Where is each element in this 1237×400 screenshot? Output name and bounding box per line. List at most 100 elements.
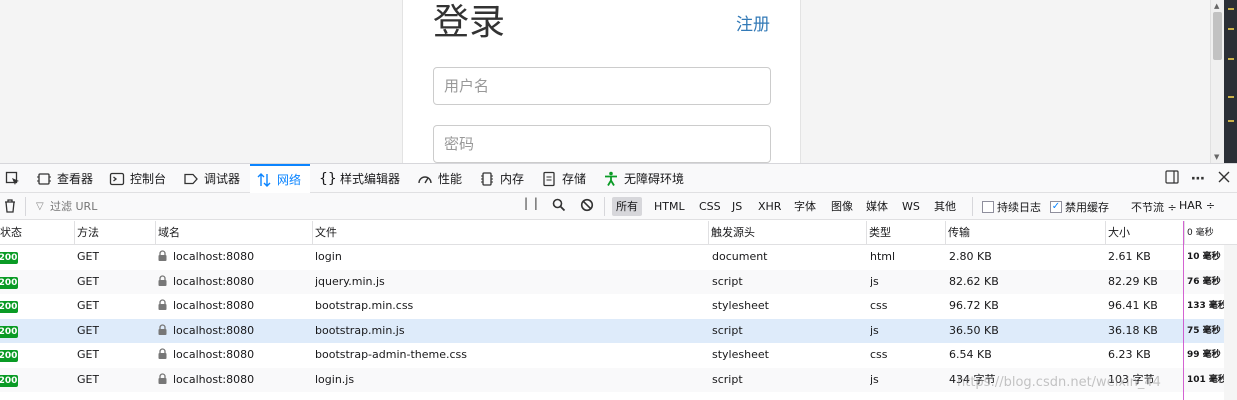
filter-type-images[interactable]: 图像 bbox=[827, 197, 857, 216]
cell-text: 6.54 KB bbox=[949, 348, 992, 361]
cell-type: js bbox=[870, 270, 879, 294]
cell-text: GET bbox=[77, 299, 100, 312]
cell-cause: script bbox=[712, 368, 743, 392]
throttling-select[interactable]: 不节流 ÷ bbox=[1131, 199, 1177, 215]
cell-text: 10 毫秒 bbox=[1187, 252, 1221, 262]
pause-recording-button[interactable]: | | bbox=[524, 196, 539, 210]
cell-text: 2.61 KB bbox=[1108, 250, 1151, 263]
cell-text: localhost:8080 bbox=[173, 299, 255, 312]
tab-storage[interactable]: 存储 bbox=[541, 164, 586, 193]
request-blocking-button[interactable] bbox=[580, 198, 594, 215]
table-row[interactable]: 200 GET localhost:8080 login.js script js 434 … bbox=[0, 367, 1237, 392]
dock-toggle-button[interactable] bbox=[1159, 164, 1185, 193]
cell-status: 200 bbox=[0, 294, 18, 318]
cell-text: GET bbox=[77, 348, 100, 361]
har-menu-button[interactable]: HAR ÷ bbox=[1179, 199, 1215, 212]
cell-size: 103 字节 bbox=[1108, 368, 1155, 392]
lock-icon bbox=[158, 348, 167, 359]
table-row[interactable]: 200 GET localhost:8080 jquery.min.js script j… bbox=[0, 269, 1237, 294]
cell-text: js bbox=[870, 274, 879, 288]
table-row[interactable]: 200 GET localhost:8080 login document html 2.8… bbox=[0, 245, 1237, 270]
tab-label: 网络 bbox=[277, 173, 302, 187]
element-picker-button[interactable] bbox=[2, 164, 24, 193]
filter-type-xhr[interactable]: XHR bbox=[754, 197, 785, 216]
cell-text: 103 字节 bbox=[1108, 372, 1155, 386]
checkbox-box[interactable] bbox=[982, 201, 994, 213]
cell-text: 36.50 KB bbox=[949, 323, 999, 337]
column-header-timeline[interactable]: 0 毫秒 bbox=[1184, 221, 1237, 245]
filter-url-input[interactable] bbox=[34, 196, 509, 216]
filter-type-html[interactable]: HTML bbox=[650, 197, 689, 216]
username-input[interactable] bbox=[433, 67, 771, 105]
lock-icon bbox=[158, 250, 167, 261]
cell-domain: localhost:8080 bbox=[158, 368, 254, 392]
cell-text: GET bbox=[77, 372, 100, 386]
filter-type-fonts[interactable]: 字体 bbox=[790, 197, 820, 216]
status-badge: 200 bbox=[0, 252, 18, 264]
cell-type: css bbox=[870, 294, 888, 318]
filter-type-all[interactable]: 所有 bbox=[612, 197, 642, 216]
column-header-transferred[interactable]: 传输 bbox=[945, 221, 1105, 245]
tab-network[interactable]: 网络 bbox=[250, 164, 310, 193]
column-header-status[interactable]: 状态 bbox=[0, 221, 22, 245]
register-link[interactable]: 注册 bbox=[736, 10, 770, 35]
cell-text: GET bbox=[77, 250, 100, 263]
cell-text: script bbox=[712, 323, 743, 337]
tab-inspector[interactable]: 查看器 bbox=[36, 164, 93, 193]
close-devtools-button[interactable] bbox=[1211, 164, 1237, 193]
tab-console[interactable]: 控制台 bbox=[109, 164, 166, 193]
scroll-down-arrow-icon[interactable]: ▼ bbox=[1214, 153, 1219, 161]
filter-type-media[interactable]: 媒体 bbox=[862, 197, 892, 216]
clear-requests-button[interactable] bbox=[2, 198, 20, 216]
cell-domain: localhost:8080 bbox=[158, 343, 254, 367]
column-header-file[interactable]: 文件 bbox=[312, 221, 708, 245]
filter-type-js[interactable]: JS bbox=[728, 197, 746, 216]
column-header-domain[interactable]: 域名 bbox=[155, 221, 311, 245]
tab-label: 无障碍环境 bbox=[624, 172, 685, 186]
scroll-up-arrow-icon[interactable]: ▲ bbox=[1214, 2, 1219, 10]
divider bbox=[604, 197, 605, 216]
page-scrollbar[interactable]: ▲ ▼ bbox=[1210, 0, 1224, 163]
debugger-icon bbox=[183, 171, 199, 187]
table-row[interactable]: 200 GET localhost:8080 bootstrap.min.css sty… bbox=[0, 294, 1237, 319]
filter-type-ws[interactable]: WS bbox=[898, 197, 924, 216]
tab-debugger[interactable]: 调试器 bbox=[183, 164, 240, 193]
login-title: 登录 bbox=[433, 2, 506, 43]
more-options-button[interactable]: ⋯ bbox=[1185, 164, 1211, 193]
cell-size: 96.41 KB bbox=[1108, 294, 1158, 318]
column-header-method[interactable]: 方法 bbox=[74, 221, 155, 245]
cell-text: js bbox=[870, 372, 879, 386]
search-button[interactable] bbox=[552, 198, 566, 215]
scroll-thumb[interactable] bbox=[1213, 12, 1222, 60]
divider bbox=[972, 197, 973, 216]
table-row[interactable]: 200 GET localhost:8080 bootstrap-admin-them… bbox=[0, 343, 1237, 368]
cell-text: 101 毫秒 bbox=[1187, 374, 1227, 385]
cell-text: bootstrap.min.css bbox=[315, 299, 414, 312]
persist-logs-checkbox[interactable]: 持续日志 bbox=[982, 199, 1041, 215]
password-input[interactable] bbox=[433, 125, 771, 163]
cell-text: GET bbox=[77, 274, 100, 288]
tab-label: 性能 bbox=[438, 172, 463, 186]
tab-accessibility[interactable]: 无障碍环境 bbox=[603, 164, 684, 193]
status-badge: 200 bbox=[0, 374, 18, 387]
column-header-cause[interactable]: 触发源头 bbox=[708, 221, 866, 245]
cell-text: bootstrap.min.js bbox=[315, 323, 405, 337]
cell-text: 96.41 KB bbox=[1108, 299, 1158, 312]
cell-text: GET bbox=[77, 323, 100, 337]
checkmark-icon[interactable]: ✓ bbox=[1050, 201, 1062, 213]
tab-style-editor[interactable]: {} 样式编辑器 bbox=[319, 164, 400, 193]
table-row[interactable]: 200 GET localhost:8080 bootstrap.min.js scri… bbox=[0, 318, 1237, 343]
console-icon bbox=[109, 171, 125, 187]
cell-type: html bbox=[870, 245, 895, 269]
cell-time: 99 毫秒 bbox=[1187, 343, 1221, 367]
cell-text: script bbox=[712, 274, 743, 288]
filter-type-other[interactable]: 其他 bbox=[930, 197, 960, 216]
disable-cache-checkbox[interactable]: ✓ 禁用缓存 bbox=[1050, 199, 1109, 215]
cell-cause: stylesheet bbox=[712, 343, 769, 367]
tab-performance[interactable]: 性能 bbox=[417, 164, 462, 193]
column-header-type[interactable]: 类型 bbox=[866, 221, 945, 245]
table-scrollbar[interactable] bbox=[1224, 245, 1237, 400]
filter-type-css[interactable]: CSS bbox=[695, 197, 725, 216]
tab-memory[interactable]: 内存 bbox=[479, 164, 524, 193]
column-header-size[interactable]: 大小 bbox=[1105, 221, 1183, 245]
